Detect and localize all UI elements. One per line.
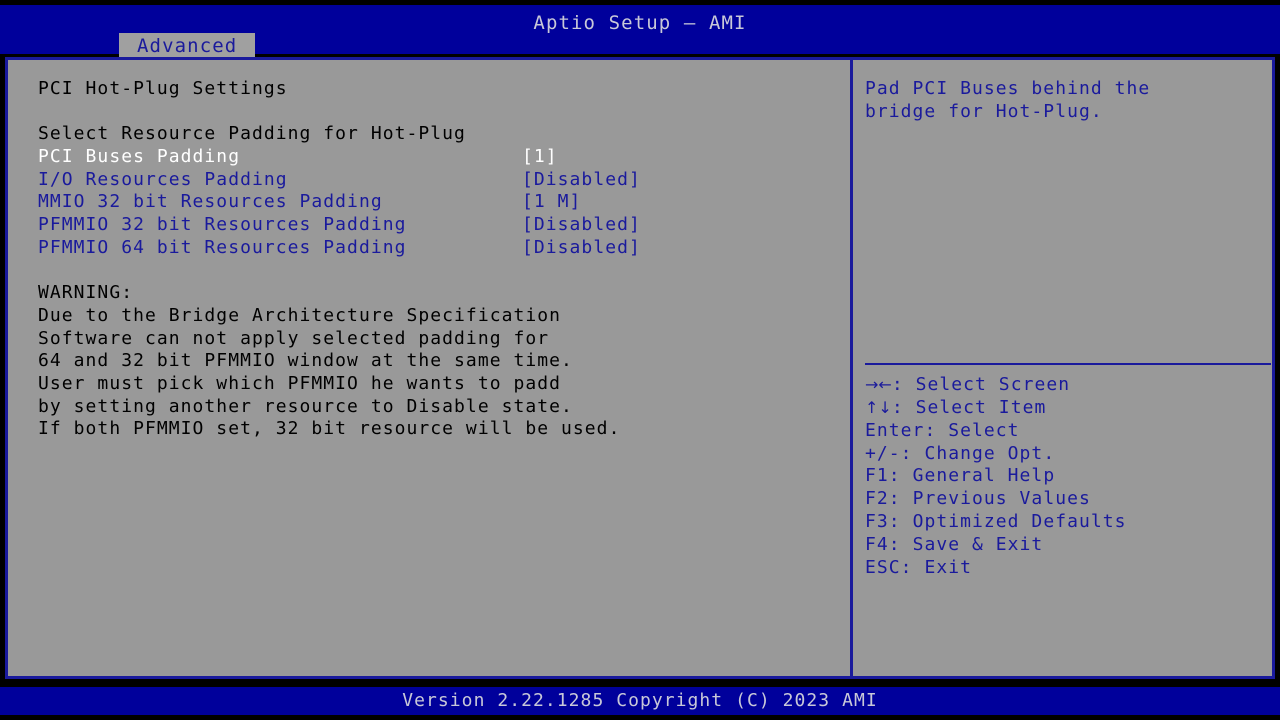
legend-sep: :	[891, 396, 916, 418]
menu-item-value[interactable]: [Disabled]	[522, 237, 641, 260]
legend-action: Change Opt.	[924, 442, 1056, 464]
legend-keys: F1	[865, 465, 889, 487]
legend-keys: +/-	[865, 442, 901, 464]
legend-action: Select	[948, 419, 1020, 441]
menu-item-label: PCI Buses Padding	[38, 146, 241, 168]
legend-sep: :	[888, 488, 913, 510]
menu-page-title: PCI Hot-Plug Settings	[38, 78, 288, 99]
legend-item-exit: ESC: Exit	[865, 557, 1265, 580]
legend-item-select-screen: →←: Select Screen	[865, 374, 1265, 397]
menu-item-value[interactable]: [1 M]	[522, 191, 581, 214]
warning-heading: WARNING:	[38, 282, 134, 304]
help-pane: Pad PCI Buses behind the bridge for Hot-…	[853, 60, 1272, 676]
frame-inner: PCI Hot-Plug Settings Select Resource Pa…	[8, 60, 1272, 676]
menu-item-value[interactable]: [1]	[522, 146, 558, 169]
legend-action: Previous Values	[912, 488, 1091, 510]
legend-action: Optimized Defaults	[912, 511, 1127, 533]
legend-sep: :	[900, 442, 925, 464]
warning-line: 64 and 32 bit PFMMIO window at the same …	[38, 350, 573, 372]
header-bar: Aptio Setup – AMI Advanced	[0, 5, 1280, 59]
legend-sep: :	[888, 465, 913, 487]
tab-advanced[interactable]: Advanced	[119, 33, 256, 59]
menu-pane: PCI Hot-Plug Settings Select Resource Pa…	[8, 60, 850, 676]
legend-action: Select Item	[915, 396, 1047, 418]
menu-item-pfmmio-64bit-resources-padding[interactable]: PFMMIO 64 bit Resources Padding [Disable…	[38, 237, 850, 260]
menu-section-header: Select Resource Padding for Hot-Plug	[38, 123, 466, 145]
legend-sep: :	[888, 511, 913, 533]
legend-action: Save & Exit	[912, 533, 1044, 555]
legend-sep: :	[900, 556, 925, 578]
menu-item-label: I/O Resources Padding	[38, 168, 288, 190]
menu-item-pci-buses-padding[interactable]: PCI Buses Padding [1]	[38, 146, 850, 169]
legend-sep: :	[888, 533, 913, 555]
bios-setup-screen: Aptio Setup – AMI Advanced PCI Hot-Plug …	[0, 0, 1280, 720]
legend-keys: F4	[865, 533, 889, 555]
legend-item-enter-select: Enter: Select	[865, 420, 1265, 443]
warning-line: by setting another resource to Disable s…	[38, 395, 573, 417]
warning-line: Software can not apply selected padding …	[38, 327, 550, 349]
legend-keys: F3	[865, 511, 889, 533]
tab-strip: Advanced	[0, 33, 1280, 59]
menu-item-pfmmio-32bit-resources-padding[interactable]: PFMMIO 32 bit Resources Padding [Disable…	[38, 214, 850, 237]
legend-sep: :	[891, 374, 916, 395]
help-description-line: Pad PCI Buses behind the	[865, 78, 1151, 99]
legend-item-select-item: ↑↓: Select Item	[865, 397, 1265, 420]
menu-item-value[interactable]: [Disabled]	[522, 169, 641, 192]
main-frame: PCI Hot-Plug Settings Select Resource Pa…	[5, 57, 1275, 679]
help-description-line: bridge for Hot-Plug.	[865, 100, 1103, 122]
version-text: Version 2.22.1285 Copyright (C) 2023 AMI	[402, 690, 878, 711]
legend-sep: :	[924, 419, 949, 441]
warning-line: User must pick which PFMMIO he wants to …	[38, 372, 562, 394]
key-legend: →←: Select Screen ↑↓: Select Item Enter:…	[865, 374, 1265, 580]
legend-keys: Enter	[865, 419, 925, 441]
legend-item-general-help: F1: General Help	[865, 465, 1265, 488]
legend-keys: ESC	[865, 556, 901, 578]
page-title: Aptio Setup – AMI	[533, 12, 747, 34]
legend-item-save-and-exit: F4: Save & Exit	[865, 534, 1265, 557]
legend-action: General Help	[912, 465, 1056, 487]
legend-item-previous-values: F2: Previous Values	[865, 488, 1265, 511]
menu-item-label: PFMMIO 64 bit Resources Padding	[38, 236, 407, 258]
menu-item-label: MMIO 32 bit Resources Padding	[38, 191, 383, 213]
legend-action: Select Screen	[915, 374, 1071, 395]
legend-keys: F2	[865, 488, 889, 510]
warning-line: Due to the Bridge Architecture Specifica…	[38, 304, 562, 326]
menu-item-label: PFMMIO 32 bit Resources Padding	[38, 214, 407, 236]
legend-item-change-opt: +/-: Change Opt.	[865, 443, 1265, 466]
legend-item-optimized-defaults: F3: Optimized Defaults	[865, 511, 1265, 534]
footer-bar: Version 2.22.1285 Copyright (C) 2023 AMI	[0, 687, 1280, 715]
menu-item-value[interactable]: [Disabled]	[522, 214, 641, 237]
help-separator	[865, 363, 1271, 365]
menu-item-mmio-32bit-resources-padding[interactable]: MMIO 32 bit Resources Padding [1 M]	[38, 191, 850, 214]
left-right-arrows-icon: →←	[865, 375, 892, 394]
menu-item-io-resources-padding[interactable]: I/O Resources Padding [Disabled]	[38, 169, 850, 192]
help-description: Pad PCI Buses behind the bridge for Hot-…	[865, 78, 1265, 123]
legend-action: Exit	[924, 556, 973, 578]
up-down-arrows-icon: ↑↓	[865, 397, 892, 417]
warning-line: If both PFMMIO set, 32 bit resource will…	[38, 418, 621, 440]
